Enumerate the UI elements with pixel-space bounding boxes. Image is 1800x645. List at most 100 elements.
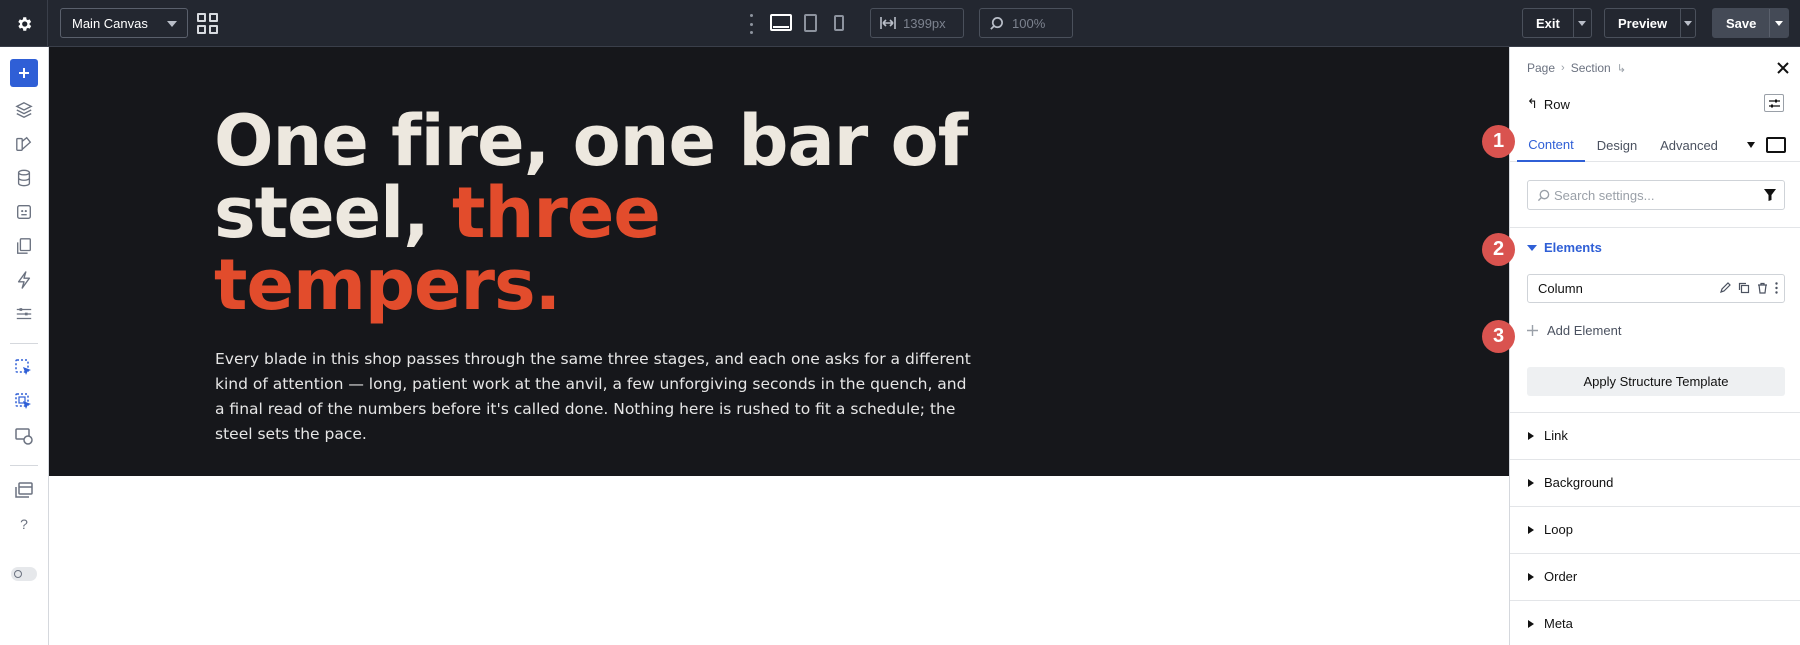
sliders-icon [1768, 99, 1780, 107]
panel-tabs: Content Design Advanced [1510, 128, 1800, 162]
preview-button[interactable]: Preview [1604, 8, 1696, 38]
breadcrumb-page[interactable]: Page [1527, 61, 1555, 75]
select-parent-icon[interactable] [13, 391, 35, 413]
return-arrow-icon: ↰ [1527, 96, 1538, 111]
settings-sliders-icon[interactable] [13, 303, 35, 325]
styles-icon[interactable] [13, 133, 35, 155]
width-arrows-icon [880, 17, 896, 29]
caret-right-icon [1528, 526, 1534, 534]
add-button[interactable] [10, 59, 38, 87]
section-label: Background [1544, 475, 1614, 490]
zoom-input[interactable]: 100% [979, 8, 1073, 38]
child-arrow-icon: ↳ [1616, 62, 1626, 75]
components-icon[interactable] [13, 201, 35, 223]
canvas-width-value: 1399px [903, 15, 946, 31]
help-icon[interactable]: ? [13, 513, 35, 535]
caret-right-icon [1528, 432, 1534, 440]
section-label: Meta [1544, 616, 1573, 631]
preview-dropdown-toggle[interactable] [1680, 9, 1695, 37]
hero-heading[interactable]: One fire, one bar of steel, three temper… [214, 105, 994, 321]
elements-section-title: Elements [1544, 240, 1602, 255]
canvas-select[interactable]: Main Canvas [60, 8, 188, 38]
add-element-label: Add Element [1547, 323, 1622, 338]
tab-advanced[interactable]: Advanced [1650, 128, 1728, 162]
canvas-empty-area[interactable] [49, 476, 1509, 645]
caret-down-icon [1527, 245, 1537, 251]
layout-grid-icon[interactable] [197, 13, 218, 34]
lightning-icon[interactable] [13, 269, 35, 291]
section-meta[interactable]: Meta [1510, 600, 1800, 645]
selected-element[interactable]: ↰ Row [1527, 96, 1570, 112]
hero-section[interactable]: One fire, one bar of steel, three temper… [49, 47, 1509, 476]
section-link[interactable]: Link [1510, 412, 1800, 458]
section-background[interactable]: Background [1510, 459, 1800, 505]
rail-divider [10, 343, 38, 344]
theme-toggle[interactable] [11, 567, 37, 581]
canvas-width-input[interactable]: 1399px [870, 8, 964, 38]
exit-dropdown-toggle[interactable] [1572, 9, 1591, 37]
element-item-label: Column [1538, 281, 1583, 296]
panel-mode-icon[interactable] [1766, 137, 1786, 153]
gear-icon [17, 16, 31, 31]
save-dropdown-toggle[interactable] [1769, 9, 1787, 37]
chevron-down-icon[interactable] [1747, 142, 1755, 148]
rail-divider [10, 465, 38, 466]
zoom-icon [990, 17, 1003, 30]
phone-view-icon[interactable] [834, 15, 844, 31]
settings-panel: Page › Section ↳ ↰ Row Content Design Ad… [1509, 47, 1800, 645]
chevron-right-icon: › [1561, 62, 1565, 74]
search-settings-input[interactable]: Search settings... [1527, 180, 1785, 210]
element-options-button[interactable] [1764, 94, 1784, 112]
plus-icon [19, 68, 29, 78]
breadcrumb-section[interactable]: Section [1571, 61, 1611, 75]
exit-label: Exit [1536, 15, 1560, 31]
caret-right-icon [1528, 479, 1534, 487]
top-toolbar: Main Canvas 1399px 100% Exit Preview Sav… [0, 0, 1800, 47]
selected-element-label: Row [1543, 96, 1570, 112]
layers-icon[interactable] [13, 99, 35, 121]
search-placeholder: Search settings... [1554, 187, 1655, 203]
desktop-view-icon[interactable] [770, 14, 792, 31]
filter-icon[interactable] [1764, 189, 1776, 201]
section-loop[interactable]: Loop [1510, 506, 1800, 552]
breadcrumb: Page › Section ↳ [1527, 61, 1626, 75]
section-order[interactable]: Order [1510, 553, 1800, 599]
section-label: Loop [1544, 522, 1573, 537]
responsive-preview-icon[interactable] [13, 425, 35, 447]
left-sidebar: ? [0, 47, 49, 645]
hero-paragraph[interactable]: Every blade in this shop passes through … [215, 347, 975, 447]
preview-label: Preview [1618, 15, 1668, 31]
duplicate-icon[interactable] [1738, 282, 1750, 294]
exit-button[interactable]: Exit [1522, 8, 1592, 38]
callout-badge-1: 1 [1482, 125, 1515, 158]
more-vertical-icon[interactable] [1775, 282, 1778, 294]
builder-app: Main Canvas 1399px 100% Exit Preview Sav… [0, 0, 1800, 645]
trash-icon[interactable] [1757, 282, 1768, 294]
canvas-select-value: Main Canvas [72, 15, 148, 31]
add-element-button[interactable]: Add Element [1527, 323, 1621, 338]
templates-icon[interactable] [13, 479, 35, 501]
more-options-icon[interactable] [748, 14, 754, 34]
pages-icon[interactable] [13, 235, 35, 257]
section-label: Link [1544, 428, 1568, 443]
save-button[interactable]: Save [1712, 8, 1789, 38]
close-icon[interactable] [1776, 61, 1790, 75]
tablet-view-icon[interactable] [804, 14, 817, 32]
chevron-down-icon [167, 21, 177, 27]
edit-icon[interactable] [1719, 282, 1731, 294]
select-element-icon[interactable] [13, 357, 35, 379]
caret-right-icon [1528, 573, 1534, 581]
tab-content[interactable]: Content [1517, 128, 1585, 162]
database-icon[interactable] [13, 167, 35, 189]
element-item-column[interactable]: Column [1527, 274, 1785, 303]
element-item-actions [1719, 282, 1778, 294]
tab-design[interactable]: Design [1588, 128, 1646, 162]
elements-section-toggle[interactable]: Elements [1510, 227, 1800, 267]
callout-badge-2: 2 [1482, 233, 1515, 266]
settings-gear-button[interactable] [0, 0, 48, 47]
apply-structure-template-button[interactable]: Apply Structure Template [1527, 367, 1785, 396]
section-label: Order [1544, 569, 1578, 584]
save-label: Save [1726, 15, 1757, 31]
caret-right-icon [1528, 620, 1534, 628]
search-icon [1537, 189, 1550, 202]
